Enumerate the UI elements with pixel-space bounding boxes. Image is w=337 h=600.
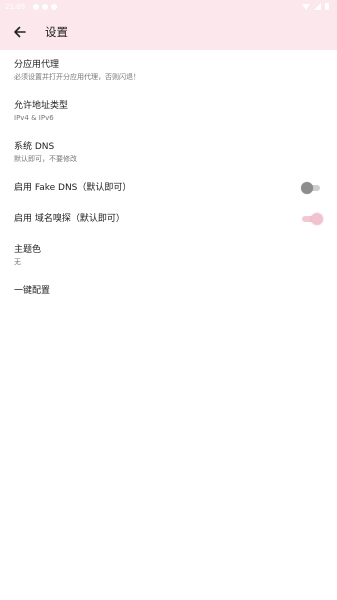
page-title: 设置 [45,25,68,39]
setting-title: 一键配置 [14,286,51,296]
signal-icon [314,3,321,10]
setting-title: 主题色 [14,245,42,255]
app-bar: 设置 [0,14,337,50]
notification-icon [42,4,48,10]
wifi-icon [302,3,310,10]
setting-subtitle: IPv4 & IPv6 [14,114,54,122]
setting-subtitle: 必须设置并打开分应用代理，否则闪退！ [14,73,140,81]
setting-subtitle: 无 [14,258,21,266]
status-bar: 21:09 [0,0,337,14]
setting-title: 启用 域名嗅探（默认即可） [14,214,125,224]
setting-subtitle: 默认即可，不要修改 [14,155,77,163]
setting-per-app-proxy[interactable]: 分应用代理 必须设置并打开分应用代理，否则闪退！ [0,59,337,89]
setting-title: 分应用代理 [14,60,60,70]
setting-one-click-config[interactable]: 一键配置 [0,285,337,301]
battery-icon [325,3,329,10]
setting-address-type[interactable]: 允许地址类型 IPv4 & IPv6 [0,100,337,130]
back-button[interactable] [10,22,30,42]
setting-domain-sniffing[interactable]: 启用 域名嗅探（默认即可） [0,213,337,229]
system-icons [302,3,329,10]
fake-dns-switch[interactable] [301,182,320,194]
switch-thumb [301,182,313,194]
status-time: 21:09 [5,3,26,11]
arrow-back-icon [14,26,26,38]
switch-thumb [311,213,323,225]
setting-system-dns[interactable]: 系统 DNS 默认即可，不要修改 [0,141,337,171]
setting-title: 允许地址类型 [14,101,69,111]
notification-icon [33,4,39,10]
settings-screen: 21:09 设置 分应用代理 必须设置并打开分应用代理，否则闪退！ 允许地址类型… [0,0,337,600]
setting-title: 系统 DNS [14,142,55,152]
setting-title: 启用 Fake DNS（默认即可） [14,183,132,193]
notification-icon [51,4,57,10]
setting-theme-color[interactable]: 主题色 无 [0,244,337,274]
setting-fake-dns[interactable]: 启用 Fake DNS（默认即可） [0,182,337,198]
notification-icons [33,4,57,10]
domain-sniffing-switch[interactable] [302,213,323,225]
